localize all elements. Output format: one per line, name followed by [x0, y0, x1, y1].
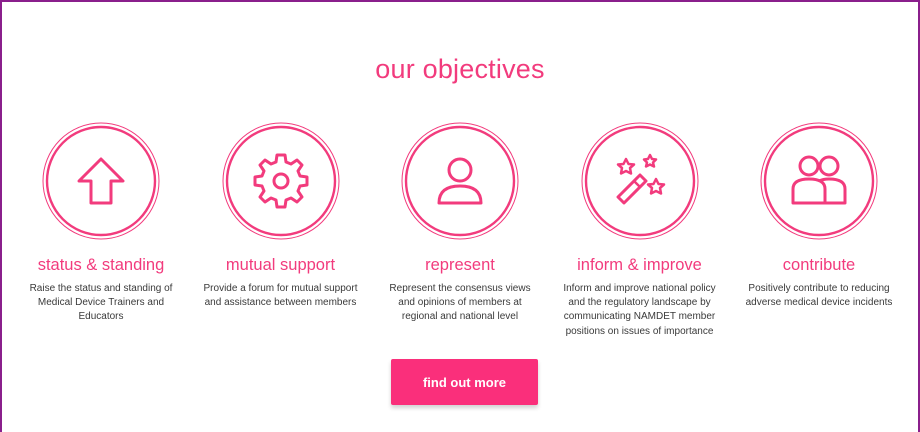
arrow-up-icon: [77, 157, 125, 205]
objective-title: status & standing: [37, 256, 165, 274]
objectives-section: our objectives status & standing Raise t…: [0, 0, 920, 432]
icon-circle: [41, 121, 161, 241]
user-icon: [437, 157, 483, 205]
objective-description: Represent the consensus views and opinio…: [389, 283, 531, 323]
objective-mutual-support: mutual support Provide a forum for mutua…: [192, 121, 370, 339]
objective-contribute: contribute Positively contribute to redu…: [730, 121, 908, 339]
icon-circle: [580, 121, 700, 241]
objective-represent: represent Represent the consensus views …: [371, 121, 549, 339]
icon-circle: [400, 121, 520, 241]
objective-description: Positively contribute to reducing advers…: [745, 283, 893, 309]
objective-description: Provide a forum for mutual support and a…: [203, 283, 358, 309]
section-title: our objectives: [375, 54, 545, 84]
objective-inform-improve: inform & improve Inform and improve nati…: [551, 121, 729, 339]
magic-wand-icon: [616, 153, 665, 205]
objective-title: mutual support: [225, 256, 336, 274]
objective-title: contribute: [782, 256, 856, 274]
icon-circle: [221, 121, 341, 241]
gear-icon: [253, 153, 308, 209]
objectives-list: status & standing Raise the status and s…: [12, 121, 908, 339]
users-icon: [791, 155, 847, 205]
objective-status-standing: status & standing Raise the status and s…: [12, 121, 190, 339]
objective-description: Inform and improve national policy and t…: [563, 283, 716, 337]
objective-title: inform & improve: [577, 256, 702, 274]
objective-description: Raise the status and standing of Medical…: [29, 283, 173, 323]
objective-title: represent: [425, 256, 495, 274]
icon-circle: [759, 121, 879, 241]
find-out-more-button[interactable]: find out more: [391, 359, 538, 405]
